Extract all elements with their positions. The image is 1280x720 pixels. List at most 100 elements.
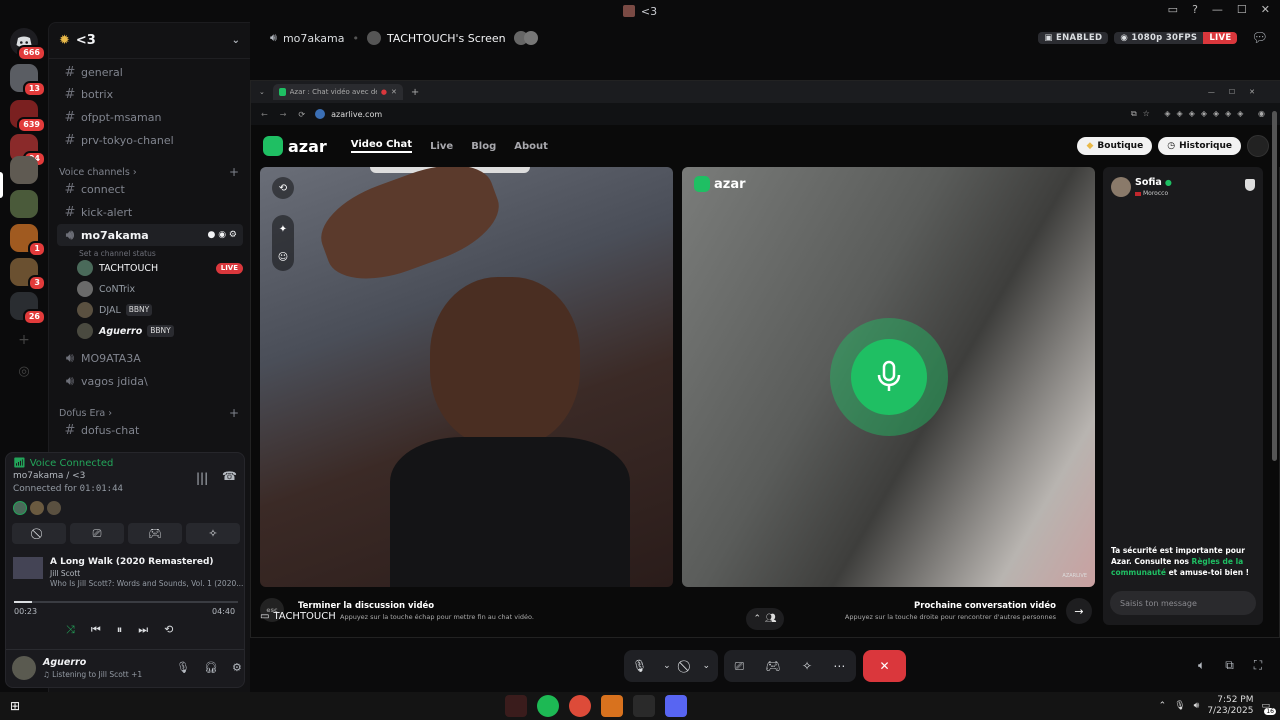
server-folder-icon[interactable]: 26 — [10, 292, 46, 325]
mute-mic-button[interactable]: 🎙︎ — [632, 659, 647, 673]
nav-about[interactable]: About — [514, 141, 548, 152]
server-header[interactable]: ✹ <3 ⌄ — [49, 23, 250, 59]
activity-button[interactable]: 🎮︎ — [128, 523, 182, 544]
repeat-icon[interactable]: ⟲ — [164, 623, 173, 637]
add-channel-icon[interactable]: + — [229, 406, 239, 420]
end-chat-title[interactable]: Terminer la discussion vidéo — [298, 601, 434, 611]
app-icon[interactable] — [601, 695, 623, 717]
channel-kick-alert[interactable]: # kick-alert — [57, 201, 243, 223]
channel-ofppt-msaman[interactable]: # ofppt-msaman — [57, 106, 243, 128]
tab-list-icon[interactable]: ⌄ — [259, 88, 265, 96]
next-arrow-button[interactable]: → — [1066, 598, 1092, 624]
voice-channel-mo9ata3a[interactable]: 🔊︎ MO9ATA3A — [57, 347, 243, 369]
camera-switch-icon[interactable]: ⟲ — [272, 177, 294, 199]
help-icon[interactable]: ? — [1192, 3, 1198, 16]
noise-suppression-icon[interactable]: ||| — [196, 471, 208, 485]
voice-user[interactable]: DJAL BBNY — [77, 300, 243, 320]
server-icon[interactable]: 1 — [10, 224, 46, 257]
voice-user[interactable]: Aguerro BBNY — [77, 321, 243, 341]
browser-tab[interactable]: Azar : Chat vidéo avec de n... ● ✕ — [272, 84, 403, 100]
stage-channel-name[interactable]: mo7akama — [283, 32, 345, 45]
forward-icon[interactable]: → — [280, 110, 287, 119]
inbox-icon[interactable]: ▭ — [1168, 3, 1178, 16]
reload-icon[interactable]: ⟳ — [298, 110, 305, 119]
voice-channel-vagos-jdida[interactable]: 🔊︎ vagos jdida\ — [57, 370, 243, 392]
close-tab-icon[interactable]: ✕ — [391, 88, 397, 96]
server-icon[interactable] — [10, 190, 38, 218]
tray-chevron-icon[interactable]: ⌃ — [1159, 701, 1167, 711]
close-window-button[interactable]: ✕ — [1261, 3, 1270, 16]
friends-toggle[interactable]: ⌃ 👥︎ — [746, 608, 784, 630]
tray-volume-icon[interactable]: 🔊︎ — [1194, 701, 1200, 711]
server-icon[interactable] — [10, 156, 38, 184]
song-artist[interactable]: Jill Scott — [50, 569, 80, 578]
screen-share-button[interactable]: ⎚ — [735, 659, 745, 674]
popout-icon[interactable]: ⧉ — [1225, 658, 1234, 673]
previous-icon[interactable]: ⏮ — [91, 623, 101, 637]
voice-user[interactable]: TACHTOUCH LIVE — [77, 258, 243, 278]
notification-icon[interactable]: ▭ 16 — [1261, 701, 1276, 715]
song-progress-track[interactable] — [14, 601, 238, 603]
discover-icon[interactable]: ◎ — [10, 358, 38, 386]
voice-user[interactable]: CoNTrix — [77, 279, 243, 299]
chrome-icon[interactable] — [569, 695, 591, 717]
message-input[interactable]: Saisis ton message — [1110, 591, 1256, 615]
song-album[interactable]: Who Is Jill Scott?: Words and Sounds, Vo… — [50, 579, 243, 588]
new-tab-icon[interactable]: + — [411, 87, 419, 98]
headphones-icon[interactable]: 🎧︎ — [204, 661, 218, 674]
channel-botrix[interactable]: # botrix — [57, 83, 243, 105]
url-field[interactable]: azarlive.com — [331, 110, 382, 119]
page-scrollbar[interactable] — [1272, 111, 1277, 461]
song-title[interactable]: A Long Walk (2020 Remastered) — [50, 557, 214, 567]
next-chat-title[interactable]: Prochaine conversation vidéo — [914, 601, 1056, 611]
channel-connect[interactable]: # connect — [57, 178, 243, 200]
chat-bubble-icon[interactable]: 💬︎ — [1251, 31, 1268, 46]
microphone-icon[interactable]: 🎙︎ — [176, 661, 190, 674]
add-channel-icon[interactable]: + — [229, 165, 239, 179]
azar-logo[interactable]: azar — [263, 136, 327, 156]
leave-call-button[interactable]: ✕ — [863, 650, 906, 682]
browser-window-controls[interactable]: —☐✕ — [1208, 88, 1269, 96]
server-icon[interactable]: 3 — [10, 258, 46, 291]
back-icon[interactable]: ← — [261, 110, 268, 119]
category-dofus-era[interactable]: Dofus Era › + — [59, 406, 239, 420]
profile-avatar[interactable] — [1247, 135, 1269, 157]
settings-gear-icon[interactable]: ⚙ — [232, 661, 242, 674]
historique-button[interactable]: ◷ Historique — [1158, 137, 1241, 155]
shuffle-icon[interactable]: ⤨ — [66, 623, 75, 637]
volume-icon[interactable]: 🔈︎ — [1198, 658, 1205, 673]
partner-avatar[interactable] — [1111, 177, 1131, 197]
voice-actions-icon[interactable]: ● ◉ ⚙ — [208, 230, 238, 240]
more-options-button[interactable]: ⋯ — [833, 659, 845, 673]
site-info-icon[interactable] — [315, 109, 326, 119]
report-shield-icon[interactable] — [1245, 179, 1255, 191]
discord-home-icon[interactable]: 666 — [10, 28, 46, 61]
next-icon[interactable]: ⏭ — [138, 623, 148, 637]
pause-icon[interactable]: ⏸ — [117, 623, 123, 637]
nav-live[interactable]: Live — [430, 141, 453, 152]
viewer-avatar[interactable] — [523, 31, 538, 45]
app-icon[interactable] — [505, 695, 527, 717]
face-filter-icon[interactable]: ☺ — [278, 252, 288, 263]
boutique-button[interactable]: ◆ Boutique — [1077, 137, 1153, 155]
maximize-button[interactable]: ☐ — [1237, 3, 1247, 16]
tray-mic-icon[interactable]: 🎙︎ — [1174, 701, 1185, 711]
app-icon[interactable] — [633, 695, 655, 717]
channel-prv-tokyo-chanel[interactable]: # prv-tokyo-chanel — [57, 129, 243, 151]
windows-start-icon[interactable]: ⊞ — [10, 699, 20, 713]
fullscreen-icon[interactable]: ⛶ — [1254, 658, 1262, 673]
user-avatar[interactable] — [12, 656, 36, 680]
nav-video-chat[interactable]: Video Chat — [350, 139, 413, 153]
nav-blog[interactable]: Blog — [471, 141, 496, 152]
clock[interactable]: 7:52 PM 7/23/2025 — [1207, 695, 1253, 717]
category-voice-channels[interactable]: Voice channels › + — [59, 165, 239, 179]
screen-share-button[interactable]: ⎚ — [70, 523, 124, 544]
voice-channel-path[interactable]: mo7akama / <3 — [13, 471, 85, 481]
camera-off-button[interactable]: ⃠ — [12, 523, 66, 544]
extensions-icon[interactable]: ⧉☆ ◈◈◈◈◈◈◈ ◉ — [1131, 109, 1271, 119]
voice-status[interactable]: 📶︎ Voice Connected — [13, 458, 113, 469]
camera-options-icon[interactable]: ⌄ — [702, 661, 710, 671]
server-icon[interactable]: 13 — [10, 64, 46, 97]
sparkle-icon[interactable]: ✦ — [279, 224, 287, 235]
soundboard-button[interactable]: ✧ — [186, 523, 240, 544]
